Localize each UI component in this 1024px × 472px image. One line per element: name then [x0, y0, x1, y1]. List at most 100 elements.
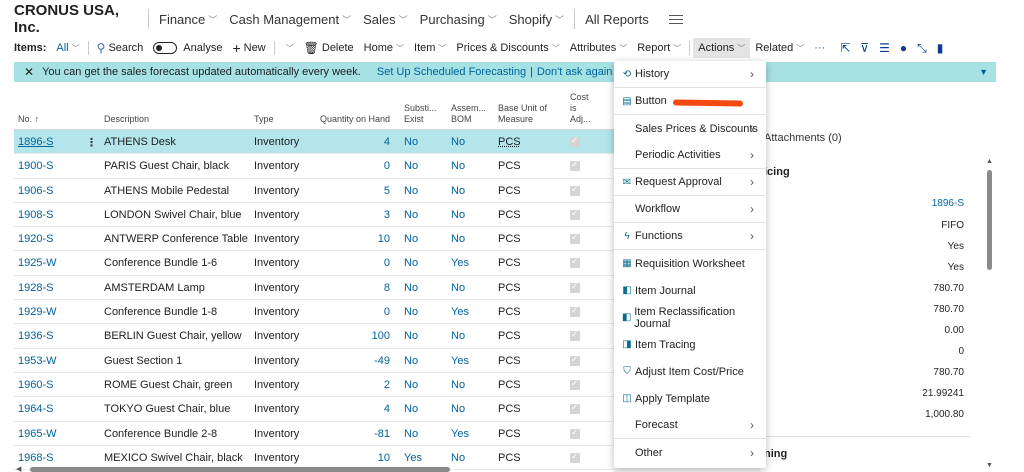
substitutes-link[interactable]: No — [404, 160, 418, 172]
table-row[interactable]: 1900-S PARIS Guest Chair, black Inventory 0… — [14, 154, 614, 179]
menu-item-item-tracing[interactable]: ◨ Item Tracing — [614, 331, 766, 358]
column-header-uom[interactable]: Base Unit of Measure — [498, 103, 547, 125]
quantity-link[interactable]: 0 — [320, 306, 390, 318]
analyse-toggle[interactable]: Analyse — [148, 38, 227, 58]
quantity-link[interactable]: 0 — [320, 160, 390, 172]
assembly-bom-link[interactable]: No — [451, 403, 465, 415]
table-row[interactable]: 1960-S ROME Guest Chair, green Inventory 2 N… — [14, 373, 614, 398]
assembly-bom-link[interactable]: No — [451, 379, 465, 391]
assembly-bom-link[interactable]: Yes — [451, 428, 469, 440]
menu-item-history[interactable]: ⟲ History › — [614, 61, 766, 88]
menu-item-item-reclassification-journal[interactable]: ◧ Item Reclassification Journal — [614, 304, 766, 331]
quantity-link[interactable]: 10 — [320, 233, 390, 245]
menu-item-requisition-worksheet[interactable]: ▦ Requisition Worksheet — [614, 250, 766, 277]
column-header-description[interactable]: Description — [104, 114, 149, 125]
quantity-link[interactable]: 3 — [320, 209, 390, 221]
substitutes-link[interactable]: No — [404, 379, 418, 391]
substitutes-link[interactable]: No — [404, 306, 418, 318]
planning-section-title[interactable]: ning — [764, 448, 787, 460]
assembly-bom-link[interactable]: No — [451, 282, 465, 294]
quantity-link[interactable]: 4 — [320, 136, 390, 148]
quantity-link[interactable]: 4 — [320, 403, 390, 415]
substitutes-link[interactable]: No — [404, 209, 418, 221]
attachments-link[interactable]: Attachments (0) — [764, 132, 842, 144]
share-icon[interactable]: ⇱ — [840, 41, 850, 55]
report-menu[interactable]: Report ﹀ — [632, 38, 686, 58]
prices-discounts-menu[interactable]: Prices & Discounts ﹀ — [451, 38, 564, 58]
substitutes-link[interactable]: No — [404, 330, 418, 342]
scroll-left-icon[interactable]: ◀ — [16, 465, 21, 472]
substitutes-link[interactable]: No — [404, 185, 418, 197]
table-row[interactable]: 1908-S LONDON Swivel Chair, blue Inventory… — [14, 203, 614, 228]
assembly-bom-link[interactable]: No — [451, 452, 465, 464]
menu-item-functions[interactable]: ϟ Functions › — [614, 223, 766, 250]
home-menu[interactable]: Home ﹀ — [359, 38, 409, 58]
column-header-substitutes[interactable]: Substi... Exist — [404, 103, 437, 125]
assembly-bom-link[interactable]: Yes — [451, 306, 469, 318]
nav-item-cash-management[interactable]: Cash Management ﹀ — [223, 12, 357, 27]
actions-menu[interactable]: Actions ﹀ — [693, 38, 751, 58]
collapse-icon[interactable]: ⤡ — [917, 41, 927, 56]
assembly-bom-link[interactable]: No — [451, 185, 465, 197]
factbox-item-no[interactable]: 1896-S — [932, 198, 964, 209]
setup-forecasting-link[interactable]: Set Up Scheduled Forecasting — [377, 66, 526, 78]
column-header-assembly-bom[interactable]: Assem... BOM — [451, 103, 486, 125]
nav-item-shopify[interactable]: Shopify ﹀ — [503, 12, 570, 27]
substitutes-link[interactable]: No — [404, 282, 418, 294]
menu-item-forecast[interactable]: Forecast › — [614, 412, 766, 439]
nav-item-purchasing[interactable]: Purchasing ﹀ — [414, 12, 503, 27]
chevron-down-icon[interactable]: ▼ — [979, 67, 988, 77]
menu-item-item-journal[interactable]: ◧ Item Journal — [614, 277, 766, 304]
company-name[interactable]: CRONUS USA, Inc. — [14, 2, 144, 36]
bookmark-icon[interactable]: ▮ — [937, 41, 944, 55]
scroll-up-icon[interactable]: ▲ — [986, 158, 993, 165]
table-row[interactable]: 1925-W Conference Bundle 1-6 Inventory 0 No Y… — [14, 251, 614, 276]
menu-item-sales-prices-discounts[interactable]: Sales Prices & Discounts › — [614, 115, 766, 142]
assembly-bom-link[interactable]: Yes — [451, 355, 469, 367]
new-button[interactable]: + New — [227, 38, 270, 58]
menu-item-request-approval[interactable]: ✉ Request Approval › — [614, 169, 766, 196]
substitutes-link[interactable]: No — [404, 136, 418, 148]
table-row[interactable]: 1929-W Conference Bundle 1-8 Inventory 0 No Y… — [14, 300, 614, 325]
row-actions-icon[interactable]: ⋮ — [86, 136, 97, 149]
item-no-link[interactable]: 1929-W — [18, 306, 57, 318]
item-no-link[interactable]: 1968-S — [18, 452, 53, 464]
item-no-link[interactable]: 1896-S — [18, 136, 53, 148]
nav-item-all-reports[interactable]: All Reports — [579, 12, 655, 27]
substitutes-link[interactable]: No — [404, 403, 418, 415]
item-no-link[interactable]: 1925-W — [18, 257, 57, 269]
item-no-link[interactable]: 1920-S — [18, 233, 53, 245]
item-no-link[interactable]: 1964-S — [18, 403, 53, 415]
horizontal-scrollbar[interactable] — [30, 467, 450, 472]
column-header-quantity[interactable]: Quantity on Hand — [320, 114, 390, 125]
nav-item-sales[interactable]: Sales ﹀ — [357, 12, 414, 27]
nav-item-finance[interactable]: Finance ﹀ — [153, 12, 223, 27]
item-no-link[interactable]: 1928-S — [18, 282, 53, 294]
dont-ask-again-link[interactable]: Don't ask again — [537, 66, 612, 78]
delete-button[interactable]: 🗑 Delete — [299, 38, 359, 58]
attributes-menu[interactable]: Attributes ﹀ — [565, 38, 632, 58]
substitutes-link[interactable]: Yes — [404, 452, 422, 464]
menu-item-workflow[interactable]: Workflow › — [614, 196, 766, 223]
close-icon[interactable]: ✕ — [24, 65, 34, 79]
substitutes-link[interactable]: No — [404, 257, 418, 269]
table-row[interactable]: 1964-S TOKYO Guest Chair, blue Inventory 4 N… — [14, 397, 614, 422]
scroll-down-icon[interactable]: ▼ — [986, 462, 993, 469]
filter-icon[interactable]: ⊽ — [860, 41, 869, 55]
view-filter-dropdown[interactable]: All ﹀ — [51, 38, 84, 58]
assembly-bom-link[interactable]: Yes — [451, 257, 469, 269]
column-header-no[interactable]: No. ↑ — [18, 114, 39, 125]
column-header-cost-adjusted[interactable]: Cost is Adj... — [570, 92, 591, 125]
menu-item-adjust-item-cost-price[interactable]: ⛉ Adjust Item Cost/Price — [614, 358, 766, 385]
invoicing-section-title[interactable]: icing — [764, 166, 790, 178]
menu-item-other[interactable]: Other › — [614, 439, 766, 466]
menu-item-apply-template[interactable]: ◫ Apply Template — [614, 385, 766, 412]
assembly-bom-link[interactable]: No — [451, 233, 465, 245]
substitutes-link[interactable]: No — [404, 355, 418, 367]
item-no-link[interactable]: 1908-S — [18, 209, 53, 221]
quantity-link[interactable]: -81 — [320, 428, 390, 440]
substitutes-link[interactable]: No — [404, 233, 418, 245]
column-header-type[interactable]: Type — [254, 114, 274, 125]
table-row[interactable]: 1928-S AMSTERDAM Lamp Inventory 8 No No PCS — [14, 276, 614, 301]
hamburger-menu-icon[interactable] — [668, 14, 683, 24]
